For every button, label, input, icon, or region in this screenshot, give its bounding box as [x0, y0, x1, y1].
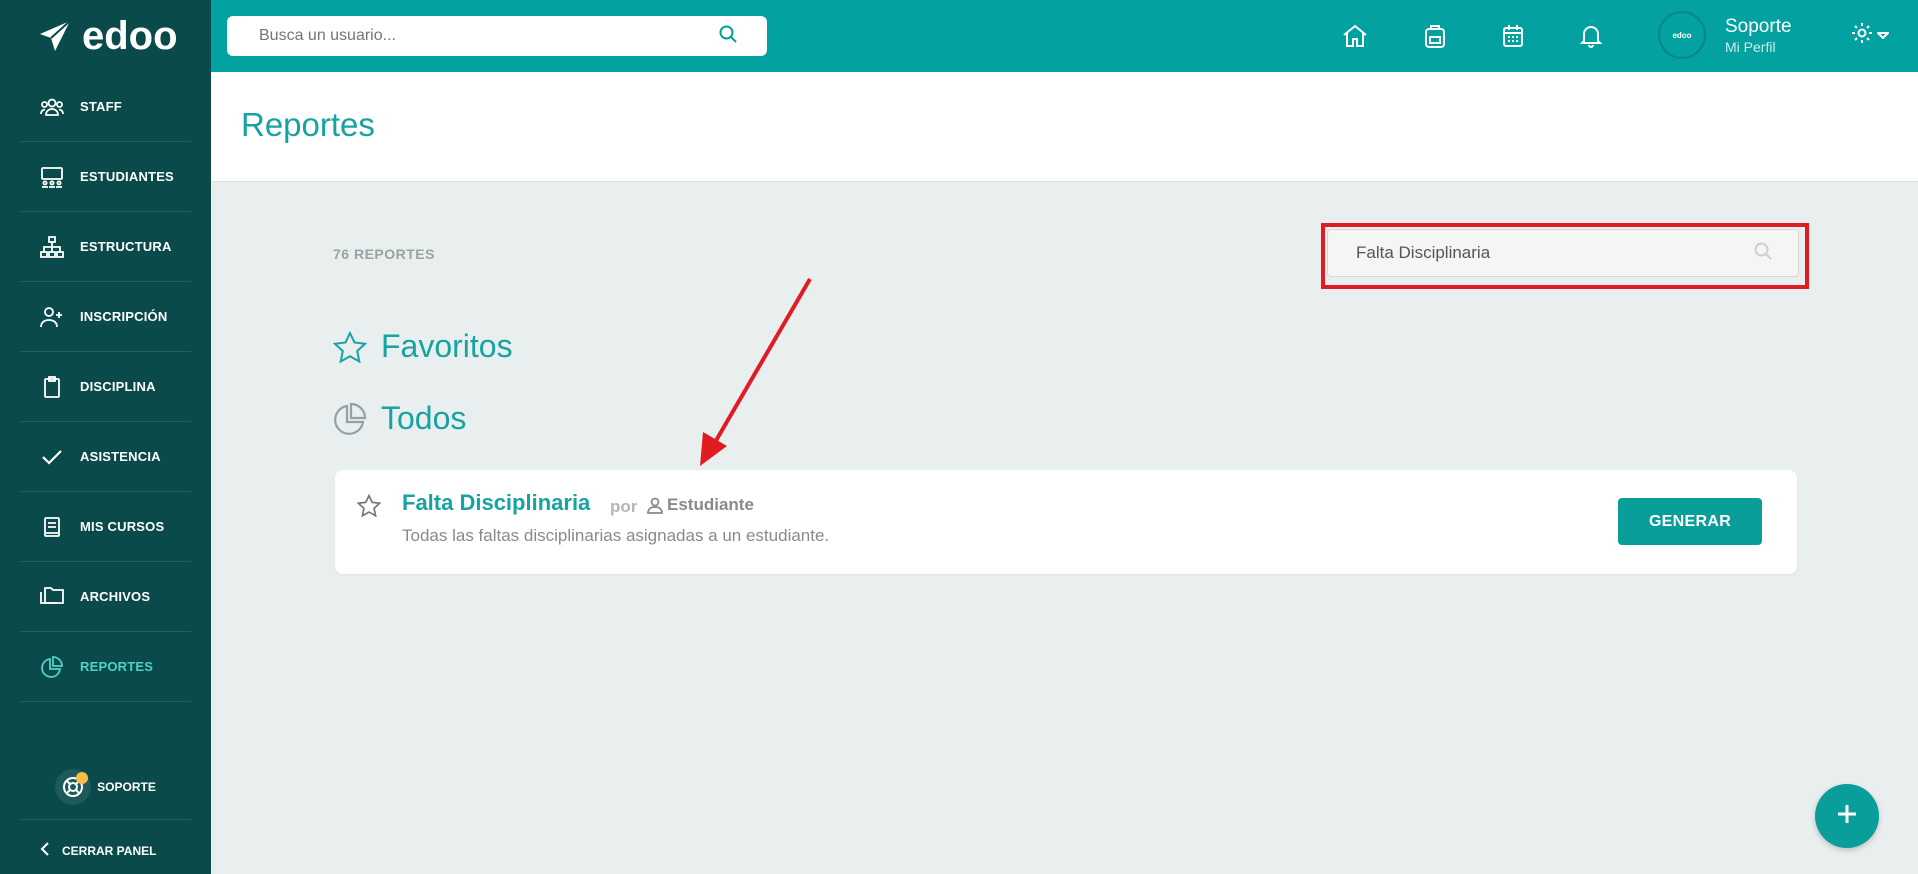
- add-button[interactable]: [1815, 784, 1879, 848]
- sidebar-item-estudiantes[interactable]: ESTUDIANTES: [20, 142, 191, 212]
- report-title[interactable]: Falta Disciplinaria: [402, 490, 590, 516]
- user-profile-link[interactable]: Mi Perfil: [1725, 39, 1776, 55]
- backpack-icon[interactable]: [1421, 22, 1449, 50]
- sidebar-item-reportes[interactable]: REPORTES: [20, 632, 191, 702]
- sidebar: edoo STAFF ESTUDIANTES ESTRUCTURA INSCRI…: [0, 0, 211, 874]
- page-title: Reportes: [241, 106, 375, 143]
- plus-icon: [1836, 803, 1858, 830]
- sidebar-item-label: MIS CURSOS: [80, 519, 165, 534]
- star-icon: [333, 330, 367, 363]
- sidebar-item-label: ESTRUCTURA: [80, 239, 172, 254]
- avatar[interactable]: edoo: [1658, 11, 1706, 59]
- close-panel-label: CERRAR PANEL: [62, 843, 157, 858]
- sidebar-item-label: ASISTENCIA: [80, 449, 161, 464]
- sidebar-item-label: ARCHIVOS: [80, 589, 151, 604]
- settings-menu[interactable]: [1851, 22, 1891, 49]
- user-name[interactable]: Soporte: [1725, 16, 1792, 38]
- user-icon: [647, 497, 663, 514]
- star-icon[interactable]: [356, 493, 382, 522]
- sidebar-item-inscripcion[interactable]: INSCRIPCIÓN: [20, 282, 191, 352]
- avatar-label: edoo: [1672, 30, 1692, 40]
- report-audience-label: Estudiante: [667, 495, 754, 514]
- chevron-left-icon: [40, 842, 50, 859]
- sidebar-item-asistencia[interactable]: ASISTENCIA: [20, 422, 191, 492]
- paper-plane-icon: [40, 20, 71, 51]
- gear-icon: [1851, 22, 1873, 49]
- all-label: Todos: [381, 400, 467, 436]
- support-button[interactable]: SOPORTE: [20, 755, 191, 820]
- all-section: Todos: [333, 400, 466, 437]
- app-name: edoo: [82, 13, 178, 58]
- sidebar-item-label: DISCIPLINA: [80, 379, 156, 394]
- sidebar-item-staff[interactable]: STAFF: [20, 72, 191, 142]
- annotation-highlight-box: [1321, 223, 1809, 289]
- chevron-down-icon: [1875, 27, 1891, 45]
- calendar-icon[interactable]: [1499, 22, 1527, 50]
- report-audience: Estudiante: [647, 495, 754, 515]
- classroom-icon: [40, 165, 64, 189]
- pie-chart-icon: [40, 655, 64, 679]
- lifebuoy-icon: [55, 769, 92, 805]
- notification-dot: [76, 772, 89, 784]
- book-icon: [40, 515, 64, 539]
- sidebar-item-label: INSCRIPCIÓN: [80, 309, 168, 324]
- pie-chart-icon: [333, 402, 367, 436]
- sidebar-item-mis-cursos[interactable]: MIS CURSOS: [20, 492, 191, 562]
- home-icon[interactable]: [1341, 22, 1369, 50]
- report-count: 76 REPORTES: [333, 246, 435, 262]
- close-panel-button[interactable]: CERRAR PANEL: [40, 842, 156, 859]
- hierarchy-icon: [40, 235, 64, 259]
- top-bar: edoo Soporte Mi Perfil: [211, 0, 1918, 72]
- folders-icon: [40, 585, 64, 609]
- favorites-section: Favoritos: [333, 328, 513, 365]
- sidebar-item-label: ESTUDIANTES: [80, 169, 174, 184]
- sidebar-item-estructura[interactable]: ESTRUCTURA: [20, 212, 191, 282]
- bell-icon[interactable]: [1577, 22, 1605, 50]
- add-user-icon: [40, 305, 64, 329]
- report-by-label: por: [610, 497, 638, 516]
- clipboard-icon: [40, 375, 64, 399]
- favorites-label: Favoritos: [381, 328, 513, 364]
- support-label: SOPORTE: [97, 780, 156, 794]
- page-header: Reportes: [211, 72, 1918, 182]
- app-logo[interactable]: edoo: [0, 0, 211, 72]
- users-icon: [40, 95, 64, 119]
- sidebar-nav: STAFF ESTUDIANTES ESTRUCTURA INSCRIPCIÓN…: [20, 72, 191, 702]
- search-icon[interactable]: [719, 25, 737, 48]
- user-search: [227, 16, 767, 56]
- report-card: Falta Disciplinaria por Estudiante Todas…: [335, 470, 1797, 574]
- check-icon: [40, 445, 64, 469]
- report-description: Todas las faltas disciplinarias asignada…: [402, 526, 830, 545]
- sidebar-item-label: REPORTES: [80, 659, 154, 674]
- sidebar-item-label: STAFF: [80, 99, 122, 114]
- generate-button[interactable]: GENERAR: [1618, 498, 1762, 545]
- user-search-input[interactable]: [257, 26, 719, 46]
- sidebar-item-disciplina[interactable]: DISCIPLINA: [20, 352, 191, 422]
- sidebar-item-archivos[interactable]: ARCHIVOS: [20, 562, 191, 632]
